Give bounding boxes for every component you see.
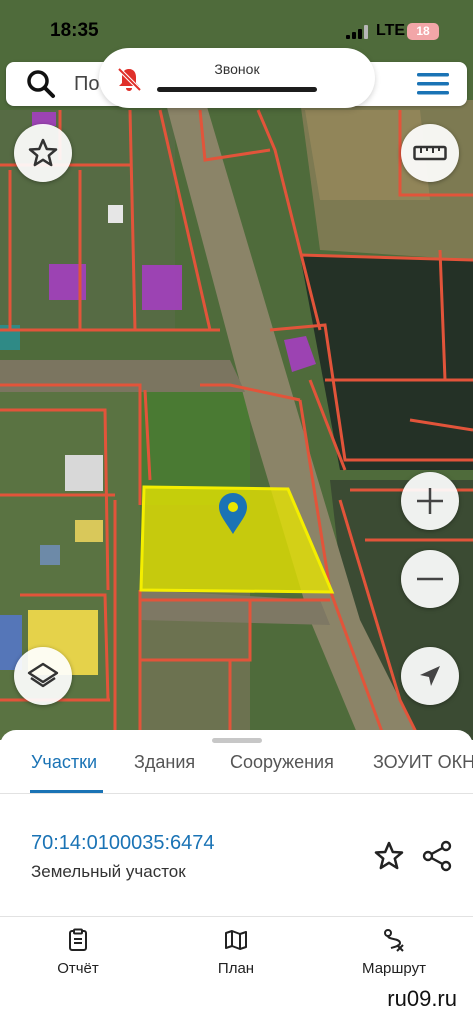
divider: [0, 793, 473, 794]
signal-icon: [346, 25, 368, 39]
category-tabs: Участки Здания Сооружения ЗОУИТ ОКН: [0, 748, 473, 794]
star-icon: [28, 138, 58, 167]
favorite-button[interactable]: [14, 124, 72, 182]
tab-structures[interactable]: Сооружения: [230, 752, 334, 773]
sheet-grabber[interactable]: [212, 738, 262, 743]
map-icon: [225, 930, 247, 950]
nav-report-label: Отчёт: [57, 960, 99, 977]
ruler-button[interactable]: [401, 124, 459, 182]
minus-icon: [417, 577, 443, 581]
bottom-sheet[interactable]: Участки Здания Сооружения ЗОУИТ ОКН 70:1…: [0, 730, 473, 1024]
watermark: ru09.ru: [387, 986, 457, 1011]
ruler-icon: [413, 145, 447, 161]
star-icon[interactable]: [373, 840, 405, 872]
share-icon[interactable]: [421, 840, 453, 872]
route-icon: [384, 929, 404, 952]
divider: [0, 916, 473, 917]
status-time: 18:35: [50, 20, 99, 41]
call-notification[interactable]: Звонок: [99, 48, 375, 108]
nav-plan[interactable]: План: [176, 928, 296, 977]
zoom-in-button[interactable]: [401, 472, 459, 530]
plus-icon: [417, 488, 443, 514]
search-input[interactable]: По: [74, 73, 100, 96]
nav-route-label: Маршрут: [362, 960, 426, 977]
tab-parcels[interactable]: Участки: [31, 752, 97, 773]
satellite-map[interactable]: [0, 0, 473, 740]
network-type: LTE: [376, 22, 406, 39]
call-label: Звонок: [214, 61, 260, 77]
parcel-type: Земельный участок: [31, 862, 186, 881]
layers-icon: [27, 662, 59, 688]
cadastral-number[interactable]: 70:14:0100035:6474: [31, 832, 215, 855]
search-icon[interactable]: [26, 69, 56, 99]
report-icon: [69, 928, 87, 951]
locate-button[interactable]: [401, 647, 459, 705]
location-arrow-icon: [420, 666, 440, 686]
nav-report[interactable]: Отчёт: [18, 928, 138, 977]
tab-buildings[interactable]: Здания: [134, 752, 195, 773]
map-view[interactable]: [0, 0, 473, 740]
nav-route[interactable]: Маршрут: [334, 928, 454, 977]
tab-zouit[interactable]: ЗОУИТ ОКН: [373, 752, 473, 773]
battery-indicator: 18: [407, 23, 439, 40]
call-progress-bar: [157, 87, 317, 92]
hamburger-menu-icon[interactable]: [417, 71, 449, 97]
nav-plan-label: План: [217, 960, 255, 977]
layers-button[interactable]: [14, 647, 72, 705]
zoom-out-button[interactable]: [401, 550, 459, 608]
